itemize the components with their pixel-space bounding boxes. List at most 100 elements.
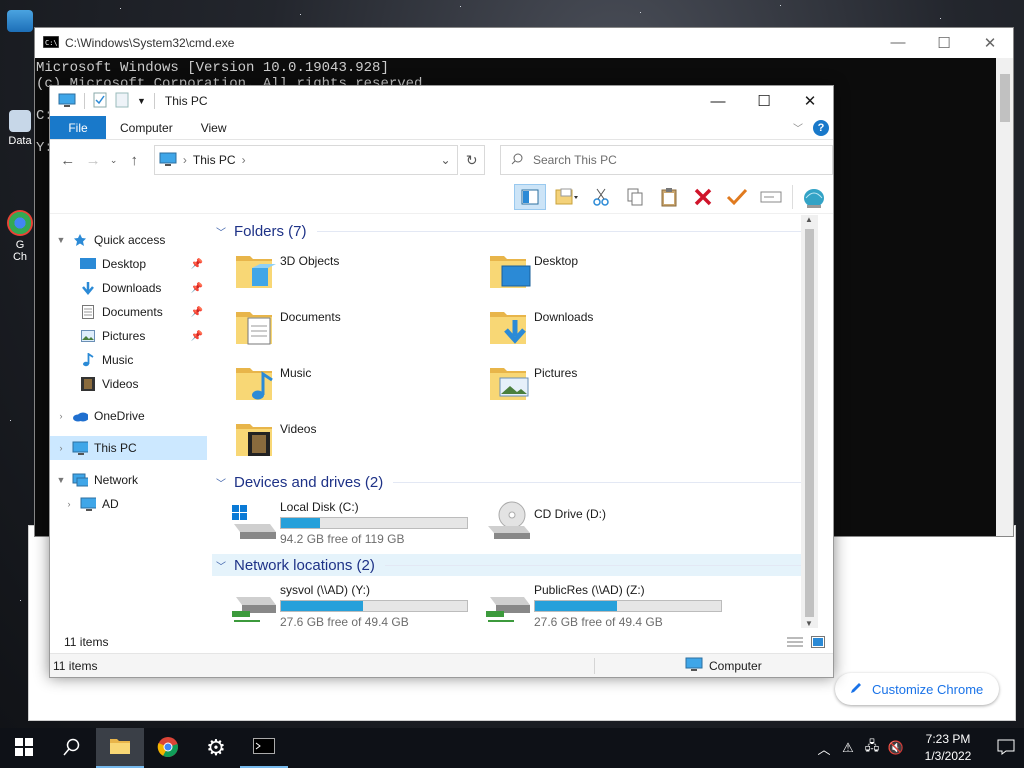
file-explorer-window[interactable]: ▼ This PC — ☐ ✕ File Computer View ﹀ ? ←… — [49, 85, 834, 678]
drive-cd-d[interactable]: CD Drive (D:) — [484, 498, 734, 546]
breadcrumb-this-pc[interactable]: This PC — [193, 153, 236, 167]
notification-center-button[interactable] — [988, 739, 1024, 758]
chevron-down-icon[interactable]: ﹀ — [216, 224, 226, 239]
nav-item-desktop[interactable]: Desktop 📌 — [50, 252, 207, 276]
properties-icon[interactable] — [93, 92, 107, 111]
close-button[interactable]: ✕ — [787, 86, 833, 116]
tab-file[interactable]: File — [50, 116, 106, 139]
checkmark-icon[interactable] — [724, 184, 750, 210]
pin-icon[interactable]: 📌 — [191, 283, 203, 294]
nav-item-music[interactable]: Music — [50, 348, 207, 372]
folder-documents[interactable]: Documents — [234, 304, 474, 352]
folder-pictures[interactable]: Pictures — [488, 360, 728, 408]
status-item-count: 11 items — [53, 658, 98, 673]
network-drive-sysvol[interactable]: sysvol (\\AD) (Y:) 27.6 GB free of 49.4 … — [230, 581, 480, 629]
customize-chrome-button[interactable]: Customize Chrome — [835, 673, 999, 705]
taskbar-file-explorer[interactable] — [96, 728, 144, 768]
paste-icon[interactable] — [656, 184, 682, 210]
minimize-button[interactable]: — — [875, 34, 921, 52]
chevron-down-icon[interactable]: ﹀ — [216, 558, 226, 573]
help-icon[interactable]: ? — [813, 119, 829, 136]
cmd-scrollbar[interactable] — [996, 58, 1013, 536]
ethernet-icon[interactable]: 🖧 — [860, 737, 884, 759]
chevron-right-icon[interactable]: › — [64, 499, 74, 509]
forward-arrow-icon[interactable]: → — [81, 152, 104, 169]
start-button[interactable] — [0, 728, 48, 768]
maximize-button[interactable]: ☐ — [741, 86, 787, 116]
chevron-down-icon[interactable]: ▼ — [56, 475, 66, 485]
preview-pane-icon[interactable] — [514, 183, 546, 210]
taskbar-settings[interactable]: ⚙ — [192, 728, 240, 768]
qat-dropdown-icon[interactable]: ▼ — [137, 96, 146, 106]
chevron-right-icon[interactable]: › — [56, 411, 66, 421]
nav-network-ad[interactable]: › AD — [50, 492, 207, 516]
network-globe-icon[interactable] — [801, 184, 827, 210]
search-input[interactable]: Search This PC — [499, 145, 833, 175]
chevron-right-icon[interactable]: › — [56, 443, 66, 453]
scroll-thumb[interactable] — [1000, 74, 1010, 122]
nav-quick-access[interactable]: ▼ Quick access — [50, 228, 207, 252]
folder-3d-objects[interactable]: 3D Objects — [234, 248, 474, 296]
refresh-button[interactable]: ↻ — [459, 145, 485, 175]
nav-item-videos[interactable]: Videos — [50, 372, 207, 396]
svg-text:C:\: C:\ — [45, 39, 58, 47]
taskbar-chrome[interactable] — [144, 728, 192, 768]
address-dropdown-icon[interactable]: ⌄ — [435, 153, 457, 167]
breadcrumb-chevron-icon[interactable]: › — [183, 153, 187, 167]
tab-view[interactable]: View — [187, 116, 241, 139]
recent-locations-icon[interactable]: ⌄ — [107, 155, 121, 166]
group-header-folders[interactable]: ﹀ Folders (7) — [216, 220, 816, 242]
search-button[interactable] — [48, 728, 96, 768]
expand-ribbon-icon[interactable]: ﹀ — [793, 120, 803, 135]
close-button[interactable]: ✕ — [967, 34, 1013, 52]
explorer-titlebar[interactable]: ▼ This PC — ☐ ✕ — [50, 86, 833, 116]
network-warning-icon[interactable]: ⚠ — [836, 740, 860, 756]
group-title: Devices and drives (2) — [234, 473, 384, 491]
nav-item-downloads[interactable]: Downloads 📌 — [50, 276, 207, 300]
delete-icon[interactable] — [690, 184, 716, 210]
pin-icon[interactable]: 📌 — [191, 259, 203, 270]
group-header-network[interactable]: ﹀ Network locations (2) — [212, 554, 818, 576]
scroll-thumb[interactable] — [805, 229, 814, 617]
show-hidden-icons-chevron-icon[interactable]: ︿ — [812, 739, 836, 758]
chevron-down-icon[interactable]: ﹀ — [216, 475, 226, 490]
volume-muted-icon[interactable]: 🔇 — [884, 740, 908, 756]
scroll-down-icon[interactable]: ▼ — [805, 619, 813, 628]
nav-this-pc[interactable]: › This PC — [50, 436, 207, 460]
network-drive-publicres[interactable]: PublicRes (\\AD) (Z:) 27.6 GB free of 49… — [484, 581, 734, 629]
drive-local-disk-c[interactable]: Local Disk (C:) 94.2 GB free of 119 GB — [230, 498, 480, 546]
chevron-down-icon[interactable]: ▼ — [56, 235, 66, 245]
folder-downloads[interactable]: Downloads — [488, 304, 728, 352]
breadcrumb-chevron-icon[interactable]: › — [242, 153, 246, 167]
pin-icon[interactable]: 📌 — [191, 307, 203, 318]
navigation-pane[interactable]: ▼ Quick access Desktop 📌 Downloads 📌 Doc… — [50, 215, 210, 649]
nav-onedrive[interactable]: › OneDrive — [50, 404, 207, 428]
group-header-devices[interactable]: ﹀ Devices and drives (2) — [216, 471, 816, 493]
rename-icon[interactable] — [758, 184, 784, 210]
large-icons-view-icon[interactable] — [811, 636, 825, 651]
maximize-button[interactable]: ☐ — [921, 34, 967, 52]
scroll-up-icon[interactable]: ▲ — [805, 215, 813, 224]
clock[interactable]: 7:23 PM 1/3/2022 — [908, 731, 988, 765]
cut-icon[interactable] — [588, 184, 614, 210]
back-arrow-icon[interactable]: ← — [56, 152, 79, 169]
details-view-icon[interactable] — [787, 636, 803, 651]
folder-music[interactable]: Music — [234, 360, 474, 408]
nav-item-pictures[interactable]: Pictures 📌 — [50, 324, 207, 348]
nav-item-documents[interactable]: Documents 📌 — [50, 300, 207, 324]
address-bar[interactable]: › This PC › ⌄ — [153, 145, 458, 175]
properties-icon[interactable] — [554, 184, 580, 210]
up-arrow-icon[interactable]: ↑ — [123, 152, 146, 169]
minimize-button[interactable]: — — [695, 86, 741, 116]
new-folder-icon[interactable] — [115, 92, 129, 111]
taskbar-cmd[interactable] — [240, 728, 288, 768]
content-scrollbar[interactable]: ▲ ▼ — [801, 215, 818, 628]
tab-computer[interactable]: Computer — [106, 116, 187, 139]
folder-desktop[interactable]: Desktop — [488, 248, 728, 296]
content-pane[interactable]: ﹀ Folders (7) 3D Objects Desktop Documen… — [212, 215, 819, 629]
nav-network[interactable]: ▼ Network — [50, 468, 207, 492]
folder-videos[interactable]: Videos — [234, 416, 474, 464]
pin-icon[interactable]: 📌 — [191, 331, 203, 342]
copy-icon[interactable] — [622, 184, 648, 210]
cmd-titlebar[interactable]: C:\ C:\Windows\System32\cmd.exe — ☐ ✕ — [35, 28, 1013, 58]
